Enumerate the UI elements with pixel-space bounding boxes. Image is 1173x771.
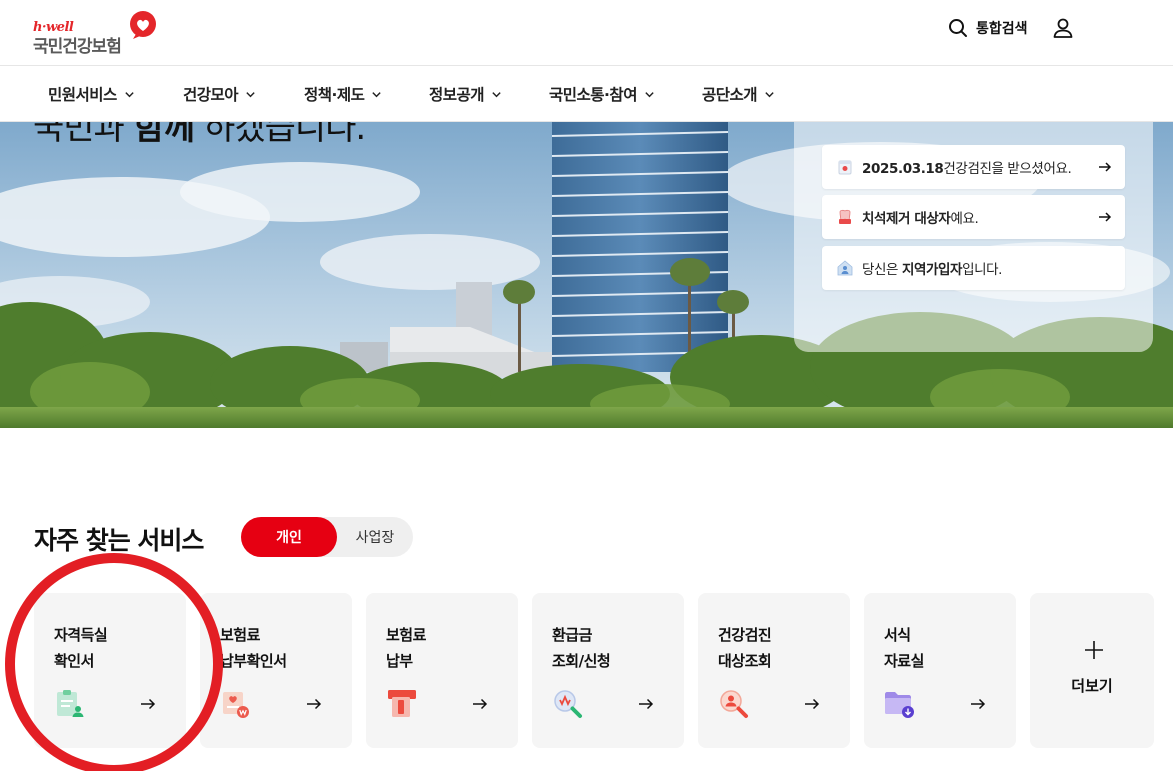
service-card-label: 환급금조회/신청 bbox=[552, 622, 611, 674]
main-navigation: 민원서비스 건강모아 정책·제도 정보공개 국민소통·참여 공단소개 bbox=[0, 66, 1173, 122]
service-type-toggle: 개인 사업장 bbox=[241, 517, 413, 557]
card-payment-icon bbox=[388, 690, 416, 717]
user-icon[interactable] bbox=[1051, 16, 1075, 40]
service-card-line2: 조회/신청 bbox=[552, 652, 611, 670]
service-card-line2: 확인서 bbox=[54, 652, 94, 670]
notice-subscriber-prefix: 당신은 bbox=[862, 262, 902, 278]
arrow-right-icon bbox=[971, 698, 986, 710]
service-card-line1: 서식 bbox=[884, 626, 911, 644]
arrow-right-icon bbox=[307, 698, 322, 710]
service-card-refund-inquiry[interactable]: 환급금조회/신청 bbox=[532, 593, 684, 748]
service-card-line1: 보험료 bbox=[386, 626, 426, 644]
arrow-right-icon bbox=[1099, 162, 1112, 172]
notice-checkup-suffix: 건강검진을 받으셨어요. bbox=[943, 161, 1072, 177]
more-label: 더보기 bbox=[1071, 677, 1113, 695]
nav-item-communication[interactable]: 국민소통·참여 bbox=[549, 66, 655, 122]
chevron-down-icon bbox=[372, 91, 382, 97]
unified-search-button[interactable]: 통합검색 bbox=[948, 17, 1028, 39]
nav-item-label: 민원서비스 bbox=[48, 86, 117, 104]
service-card-line1: 환급금 bbox=[552, 626, 592, 644]
search-icon bbox=[949, 19, 967, 37]
service-card-forms-library[interactable]: 서식자료실 bbox=[864, 593, 1016, 748]
logo-title: 국민건강보험 bbox=[33, 37, 122, 57]
notice-checkup-text: 2025.03.18건강검진을 받으셨어요. bbox=[862, 157, 1097, 177]
notice-subscriber-type[interactable]: 당신은 지역가입자입니다. bbox=[822, 246, 1125, 290]
chevron-down-icon bbox=[645, 91, 654, 97]
toggle-personal-button[interactable]: 개인 bbox=[241, 517, 337, 557]
nav-item-label: 정보공개 bbox=[429, 86, 485, 104]
toggle-business-button[interactable]: 사업장 bbox=[337, 517, 413, 557]
service-card-line2: 납부 bbox=[386, 652, 413, 670]
chevron-down-icon bbox=[765, 91, 774, 97]
service-card-line1: 보험료 bbox=[220, 626, 260, 644]
notice-checkup-date-value: 2025.03.18 bbox=[862, 161, 944, 177]
hero-title-part2: 함께 bbox=[133, 122, 196, 148]
service-card-label: 자격득실확인서 bbox=[54, 622, 108, 674]
arrow-right-icon bbox=[141, 698, 156, 710]
service-card-qualification-certificate[interactable]: 자격득실확인서 bbox=[34, 593, 186, 748]
service-card-label: 서식자료실 bbox=[884, 622, 924, 674]
heart-logo-icon bbox=[130, 11, 156, 39]
unified-search-label: 통합검색 bbox=[976, 21, 1028, 37]
service-card-line1: 건강검진 bbox=[718, 626, 772, 644]
notice-scaling-text: 치석제거 대상자예요. bbox=[862, 207, 1097, 227]
certificate-person-icon bbox=[57, 690, 84, 717]
nav-item-policy[interactable]: 정책·제도 bbox=[304, 66, 382, 122]
arrow-right-icon bbox=[639, 698, 654, 710]
notice-scaling-bold: 치석제거 대상자 bbox=[862, 211, 951, 227]
checkup-calendar-icon bbox=[838, 160, 852, 175]
nav-item-health-moa[interactable]: 건강모아 bbox=[183, 66, 256, 122]
frequent-services-title: 자주 찾는 서비스 bbox=[34, 526, 204, 555]
arrow-right-icon bbox=[473, 698, 488, 710]
plus-icon bbox=[1085, 641, 1103, 659]
chevron-down-icon bbox=[246, 91, 255, 97]
service-card-line2: 대상조회 bbox=[718, 652, 772, 670]
notice-scaling-target[interactable]: 치석제거 대상자예요. bbox=[822, 195, 1125, 239]
refund-search-icon bbox=[554, 690, 582, 718]
chevron-down-icon bbox=[125, 91, 134, 97]
hero-title-part3: 하겠습니다. bbox=[194, 122, 366, 148]
service-card-line2: 자료실 bbox=[884, 652, 924, 670]
hero-title: 국민과 함께 하겠습니다. bbox=[33, 122, 366, 149]
payment-receipt-icon bbox=[223, 692, 249, 718]
service-card-label: 보험료납부 bbox=[386, 622, 426, 674]
notice-subscriber-bold: 지역가입자 bbox=[901, 262, 963, 278]
nav-item-label: 정책·제도 bbox=[304, 86, 365, 104]
service-card-premium-receipt[interactable]: 보험료납부확인서 bbox=[200, 593, 352, 748]
service-card-label: 보험료납부확인서 bbox=[220, 622, 287, 674]
chevron-down-icon bbox=[492, 91, 501, 97]
nav-item-disclosure[interactable]: 정보공개 bbox=[429, 66, 502, 122]
service-card-line2: 납부확인서 bbox=[220, 652, 287, 670]
nav-item-label: 국민소통·참여 bbox=[549, 86, 637, 104]
arrow-right-icon bbox=[1099, 212, 1112, 222]
arrow-right-icon bbox=[805, 698, 820, 710]
notice-subscriber-suffix: 입니다. bbox=[962, 262, 1003, 278]
service-card-line1: 자격득실 bbox=[54, 626, 108, 644]
site-logo[interactable]: h·well 국민건강보험 bbox=[33, 10, 163, 57]
site-header: h·well 국민건강보험 통합검색 bbox=[0, 0, 1173, 66]
service-card-checkup-target[interactable]: 건강검진대상조회 bbox=[698, 593, 850, 748]
personal-notice-panel: 2025.03.18건강검진을 받으셨어요. 치석제거 대상자예요. 당신은 지… bbox=[794, 122, 1153, 352]
notice-scaling-suffix: 예요. bbox=[950, 211, 979, 227]
home-person-icon bbox=[837, 260, 853, 276]
notice-subscriber-text: 당신은 지역가입자입니다. bbox=[862, 258, 1113, 278]
service-card-more[interactable]: 더보기 bbox=[1030, 593, 1154, 748]
hero-banner: 국민과 함께 하겠습니다. 2025.03.18건강검진을 받으셨어요. 치석제… bbox=[0, 122, 1173, 428]
nav-item-label: 건강모아 bbox=[183, 86, 239, 104]
tooth-icon bbox=[839, 209, 851, 224]
folder-download-icon bbox=[885, 692, 914, 718]
checkup-search-icon bbox=[720, 690, 748, 718]
nav-item-about[interactable]: 공단소개 bbox=[702, 66, 775, 122]
nav-item-label: 공단소개 bbox=[702, 86, 758, 104]
hero-title-part1: 국민과 bbox=[33, 122, 134, 148]
notice-checkup-date[interactable]: 2025.03.18건강검진을 받으셨어요. bbox=[822, 145, 1125, 189]
service-card-premium-payment[interactable]: 보험료납부 bbox=[366, 593, 518, 748]
service-card-label: 건강검진대상조회 bbox=[718, 622, 772, 674]
nav-item-civil-service[interactable]: 민원서비스 bbox=[48, 66, 135, 122]
